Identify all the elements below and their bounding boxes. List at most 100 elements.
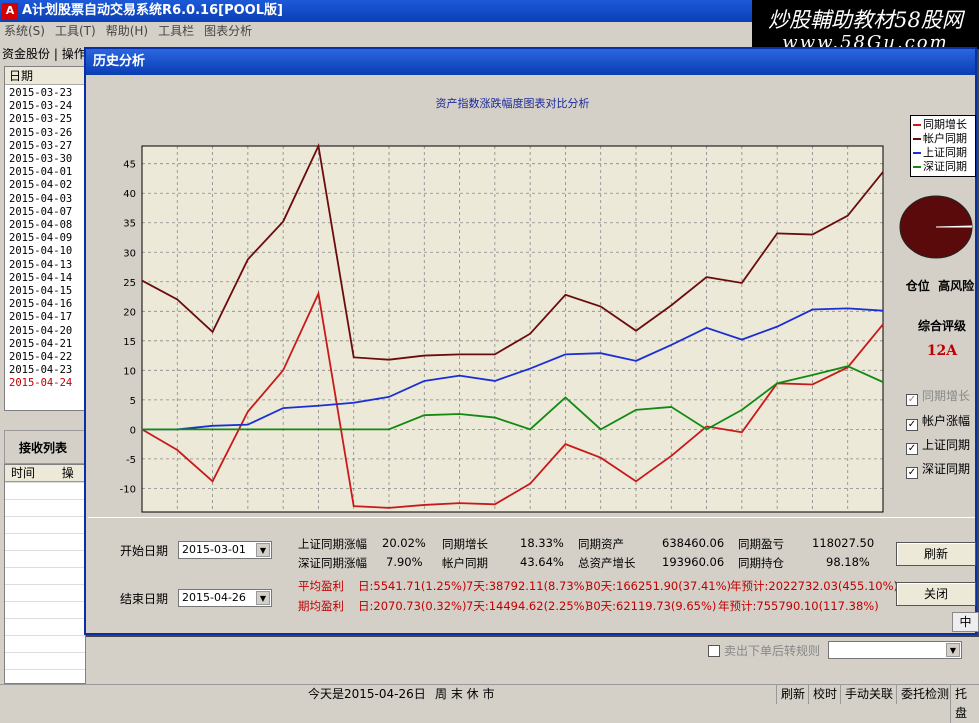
date-list-item[interactable]: 2015-03-26 bbox=[9, 127, 72, 140]
checkbox-period-growth[interactable]: ✓ 同期增长 bbox=[906, 387, 970, 406]
date-list-item[interactable]: 2015-03-30 bbox=[9, 153, 72, 166]
checkbox-label: 卖出下单后转规则 bbox=[724, 644, 821, 658]
position-risk-label: 仓位 高风险 bbox=[902, 277, 978, 294]
checkbox-shanghai[interactable]: ✓ 上证同期 bbox=[906, 436, 970, 455]
receive-list-header: 时间 操 bbox=[5, 465, 85, 482]
date-list-item[interactable]: 2015-04-02 bbox=[9, 179, 72, 192]
rule-select[interactable]: ▼ bbox=[828, 641, 962, 659]
date-list-item[interactable]: 2015-04-20 bbox=[9, 325, 72, 338]
start-date-value: 2015-03-01 bbox=[182, 543, 246, 556]
checkbox-shenzhen[interactable]: ✓ 深证同期 bbox=[906, 460, 970, 479]
position-label: 仓位 bbox=[905, 279, 930, 293]
date-list-item[interactable]: 2015-03-27 bbox=[9, 140, 72, 153]
legend-item: 深证同期 bbox=[913, 160, 975, 174]
menu-bar: 系统(S) 工具(T) 帮助(H) 工具栏 图表分析 bbox=[0, 22, 760, 41]
date-list-item[interactable]: 2015-04-03 bbox=[9, 193, 72, 206]
date-list-item[interactable]: 2015-04-13 bbox=[9, 259, 72, 272]
date-list-item[interactable]: 2015-04-23 bbox=[9, 364, 72, 377]
date-list-item[interactable]: 2015-04-10 bbox=[9, 245, 72, 258]
y-tick-label: 20 bbox=[123, 307, 136, 318]
refresh-button[interactable]: 刷新 bbox=[896, 542, 976, 566]
legend-label: 同期增长 bbox=[923, 118, 967, 131]
legend-label: 帐户同期 bbox=[923, 132, 967, 145]
col-op[interactable]: 操 bbox=[62, 466, 74, 480]
sh-value: 20.02% bbox=[382, 536, 426, 550]
checkbox-label: 深证同期 bbox=[922, 462, 971, 476]
status-refresh[interactable]: 刷新 bbox=[776, 685, 809, 704]
per-year: 年预计:755790.10(117.38%) bbox=[718, 599, 879, 613]
date-list[interactable]: 日期 2015-03-23 2015-03-24 2015-03-25 2015-03… bbox=[4, 66, 86, 411]
date-list-item[interactable]: 2015-04-16 bbox=[9, 298, 72, 311]
growth-label: 同期增长 bbox=[442, 537, 488, 551]
watermark-line1: 炒股輔助教材58股网 bbox=[768, 8, 963, 32]
legend-swatch bbox=[913, 166, 921, 168]
start-date-picker[interactable]: 2015-03-01 ▼ bbox=[178, 541, 272, 559]
status-manual-link[interactable]: 手动关联 bbox=[840, 685, 897, 704]
tab-funds[interactable]: 资金股份 bbox=[2, 47, 50, 61]
check-icon: ✓ bbox=[906, 394, 918, 406]
date-list-item[interactable]: 2015-04-08 bbox=[9, 219, 72, 232]
chevron-down-icon[interactable]: ▼ bbox=[256, 543, 270, 557]
sz-label: 深证同期涨幅 bbox=[298, 556, 367, 570]
status-market: 周 末 休 市 bbox=[435, 687, 495, 701]
y-tick-label: 40 bbox=[123, 189, 136, 200]
y-tick-label: -5 bbox=[126, 455, 136, 466]
menu-toolbar[interactable]: 工具栏 bbox=[158, 24, 194, 38]
start-date-label: 开始日期 bbox=[120, 544, 169, 558]
risk-level: 高风险 bbox=[938, 279, 975, 293]
receive-list-grid[interactable]: 时间 操 bbox=[4, 464, 86, 684]
status-bar: 今天是2015-04-26日 周 末 休 市 刷新 校时 手动关联 委托检测 托… bbox=[0, 684, 979, 723]
date-list-item[interactable]: 2015-04-09 bbox=[9, 232, 72, 245]
date-list-item[interactable]: 2015-03-25 bbox=[9, 113, 72, 126]
col-time[interactable]: 时间 bbox=[11, 466, 35, 480]
legend-swatch bbox=[913, 124, 921, 126]
y-tick-label: 35 bbox=[123, 219, 136, 230]
status-order-check[interactable]: 委托检测 bbox=[896, 685, 953, 704]
tab-operation[interactable]: 操作 bbox=[62, 47, 86, 61]
date-list-item[interactable]: 2015-04-07 bbox=[9, 206, 72, 219]
menu-system[interactable]: 系统(S) bbox=[4, 24, 45, 38]
chevron-down-icon[interactable]: ▼ bbox=[946, 643, 960, 657]
avg-day: 日:5541.71(1.25%) bbox=[358, 579, 467, 593]
date-list-item[interactable]: 2015-04-21 bbox=[9, 338, 72, 351]
date-list-item[interactable]: 2015-04-24 bbox=[9, 377, 72, 390]
status-tray[interactable]: 托盘 bbox=[950, 685, 979, 723]
legend-swatch bbox=[913, 152, 921, 154]
date-list-item[interactable]: 2015-04-17 bbox=[9, 311, 72, 324]
checkbox-account-change[interactable]: ✓ 帐户涨幅 bbox=[906, 412, 970, 431]
date-list-item[interactable]: 2015-04-14 bbox=[9, 272, 72, 285]
date-column-header[interactable]: 日期 bbox=[5, 67, 85, 85]
y-tick-label: 0 bbox=[130, 425, 136, 436]
acct-value: 43.64% bbox=[520, 555, 564, 569]
side-ime-indicator[interactable]: 中 bbox=[952, 612, 979, 632]
history-analysis-dialog: 历史分析 资产指数涨跌幅度图表对比分析 -10 -5 0 5 10 15 20 25 30 35 40… bbox=[84, 47, 977, 635]
chevron-down-icon[interactable]: ▼ bbox=[256, 591, 270, 605]
close-button[interactable]: 关闭 bbox=[896, 582, 976, 606]
menu-help[interactable]: 帮助(H) bbox=[106, 24, 148, 38]
checkbox-sell-rule[interactable]: 卖出下单后转规则 bbox=[708, 642, 820, 659]
y-tick-label: 45 bbox=[123, 160, 136, 171]
end-date-picker[interactable]: 2015-04-26 ▼ bbox=[178, 589, 272, 607]
date-list-item[interactable]: 2015-03-24 bbox=[9, 100, 72, 113]
asset-value: 638460.06 bbox=[662, 536, 725, 550]
date-list-item[interactable]: 2015-04-01 bbox=[9, 166, 72, 179]
chart-legend: 同期增长 帐户同期 上证同期 深证同期 bbox=[910, 115, 976, 177]
date-list-item[interactable]: 2015-04-15 bbox=[9, 285, 72, 298]
date-list-item[interactable]: 2015-03-23 bbox=[9, 87, 72, 100]
legend-swatch bbox=[913, 138, 921, 140]
checkbox-label: 帐户涨幅 bbox=[922, 414, 971, 428]
menu-chart-analysis[interactable]: 图表分析 bbox=[204, 24, 252, 38]
avg-7: 7天:38792.11(8.73%) bbox=[466, 579, 590, 593]
menu-tools[interactable]: 工具(T) bbox=[55, 24, 96, 38]
legend-item: 帐户同期 bbox=[913, 132, 975, 146]
app-logo-icon: A bbox=[2, 3, 18, 19]
checkbox-label: 上证同期 bbox=[922, 438, 971, 452]
status-sync-time[interactable]: 校时 bbox=[808, 685, 841, 704]
acct-label: 帐户同期 bbox=[442, 556, 488, 570]
date-list-item[interactable]: 2015-04-22 bbox=[9, 351, 72, 364]
growth-value: 18.33% bbox=[520, 536, 564, 550]
position-pie-chart bbox=[899, 195, 973, 259]
avg-30: 30天:166251.90(37.41%) bbox=[586, 579, 732, 593]
app-title: A计划股票自动交易系统R6.0.16[POOL版] bbox=[22, 3, 283, 18]
bottom-panel: 开始日期 2015-03-01 ▼ 结束日期 2015-04-26 ▼ 上证同期涨幅… bbox=[88, 517, 976, 633]
